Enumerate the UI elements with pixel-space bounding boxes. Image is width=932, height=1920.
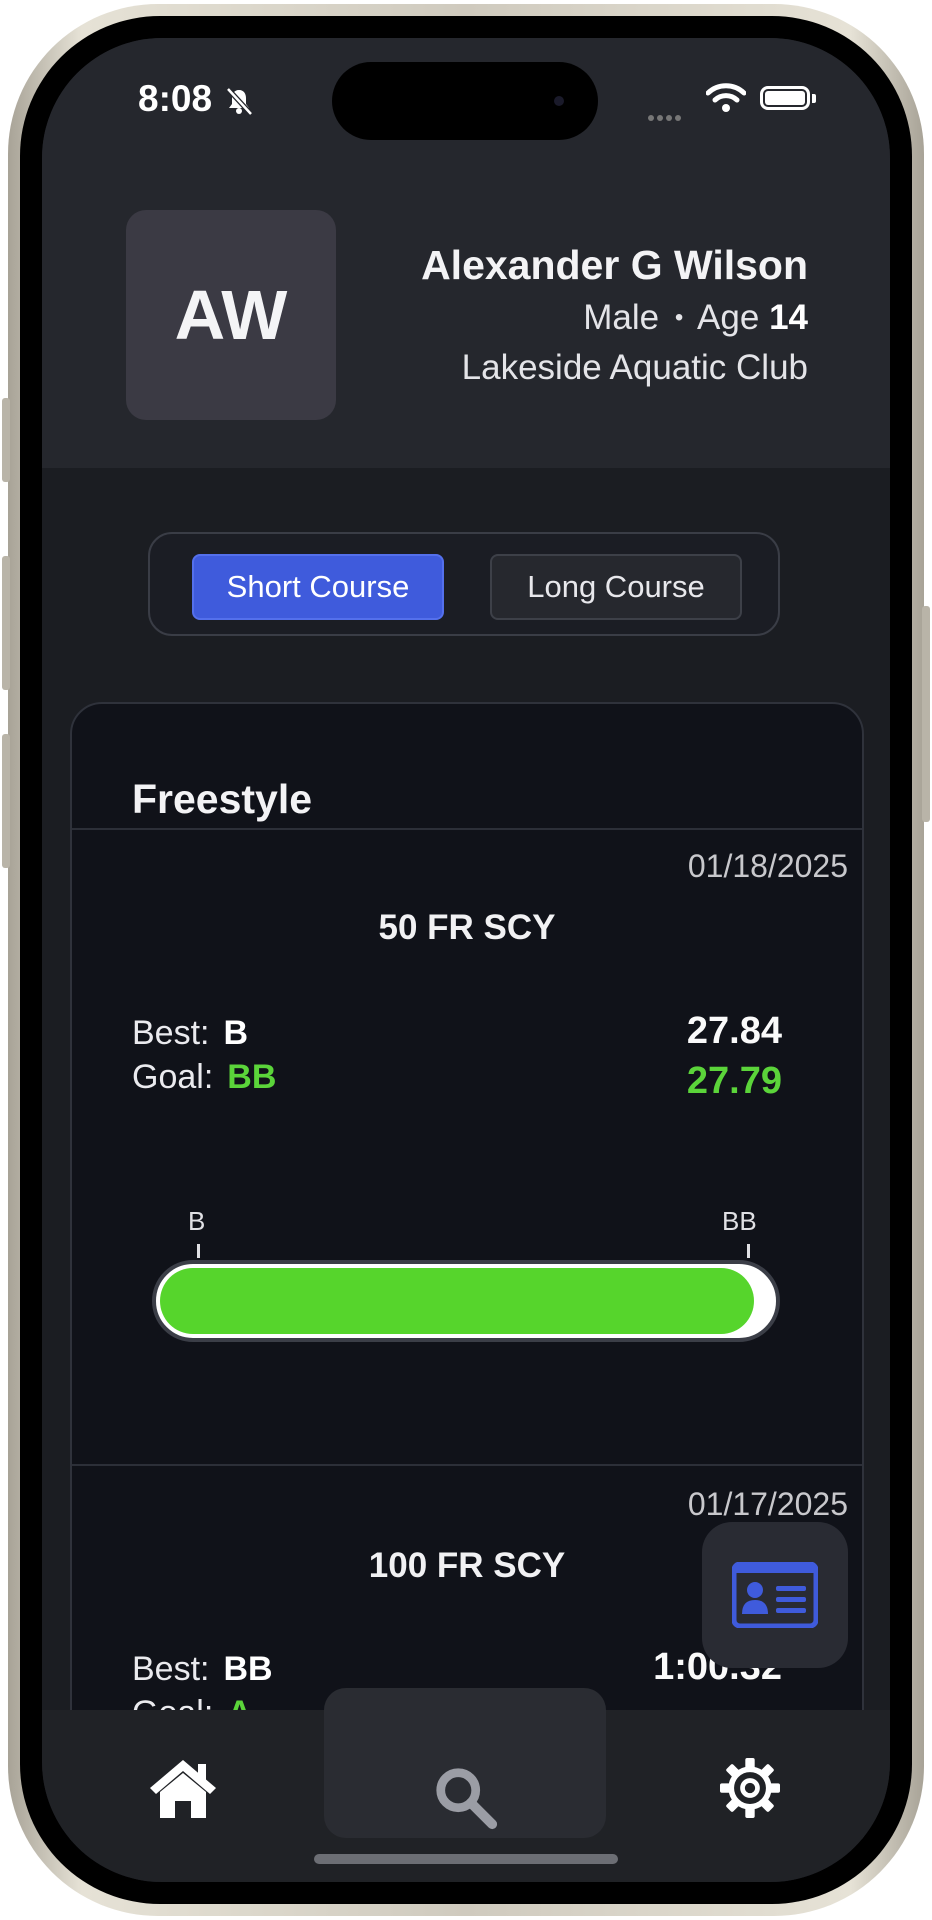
home-indicator bbox=[314, 1854, 618, 1864]
divider bbox=[72, 1464, 862, 1466]
club-name: Lakeside Aquatic Club bbox=[461, 348, 808, 387]
camera-dot bbox=[554, 96, 564, 106]
long-course-button[interactable]: Long Course bbox=[490, 554, 742, 620]
event-date: 01/17/2025 bbox=[687, 1486, 848, 1522]
progress-start-tick bbox=[197, 1244, 200, 1258]
volume-down-button bbox=[2, 734, 10, 868]
gender: Male bbox=[583, 298, 660, 337]
progress-fill bbox=[160, 1268, 754, 1334]
goal-label: Goal: bbox=[132, 1058, 214, 1096]
goal-standard: BB bbox=[227, 1058, 277, 1096]
section-title: Freestyle bbox=[132, 776, 313, 822]
age-label: Age bbox=[697, 298, 760, 337]
swimmer-meta: Male • Age 14 bbox=[583, 298, 808, 338]
best-standard: B bbox=[223, 1014, 249, 1052]
best-label: Best: bbox=[132, 1650, 210, 1688]
age-value: 14 bbox=[769, 298, 808, 337]
battery-level bbox=[765, 91, 805, 105]
volume-up-button bbox=[2, 556, 10, 690]
best-standard: BB bbox=[223, 1650, 273, 1688]
short-course-button[interactable]: Short Course bbox=[192, 554, 444, 620]
action-button bbox=[2, 398, 10, 482]
battery-tip bbox=[812, 94, 816, 103]
divider bbox=[72, 828, 862, 830]
id-card-button[interactable] bbox=[702, 1522, 848, 1668]
power-button bbox=[922, 606, 930, 822]
signal-dots-icon bbox=[648, 108, 684, 126]
event-date: 01/18/2025 bbox=[687, 848, 848, 884]
event-name[interactable]: 50 FR SCY bbox=[72, 908, 862, 948]
separator-dot: • bbox=[674, 304, 684, 331]
goal-time: 27.79 bbox=[686, 1060, 782, 1102]
swimmer-name: Alexander G Wilson bbox=[421, 242, 808, 288]
wifi-icon bbox=[706, 83, 746, 112]
progress-start-label: B bbox=[188, 1206, 206, 1236]
progress-end-label: BB bbox=[722, 1206, 757, 1236]
home-icon[interactable] bbox=[148, 1756, 218, 1820]
avatar: AW bbox=[126, 210, 336, 420]
best-time: 27.84 bbox=[686, 1010, 782, 1052]
best-row: Best: B bbox=[132, 1014, 248, 1053]
bell-slash-icon bbox=[226, 87, 253, 116]
screen: 8:08 AW Alexander G Wilson Male • Age 14… bbox=[42, 38, 890, 1882]
best-label: Best: bbox=[132, 1014, 210, 1052]
status-time: 8:08 bbox=[138, 78, 213, 119]
gear-icon[interactable] bbox=[720, 1758, 780, 1818]
id-card-icon bbox=[732, 1562, 818, 1628]
progress-end-tick bbox=[747, 1244, 750, 1258]
search-icon bbox=[436, 1768, 498, 1830]
goal-row: Goal: BB bbox=[132, 1058, 276, 1097]
best-row: Best: BB bbox=[132, 1650, 273, 1689]
